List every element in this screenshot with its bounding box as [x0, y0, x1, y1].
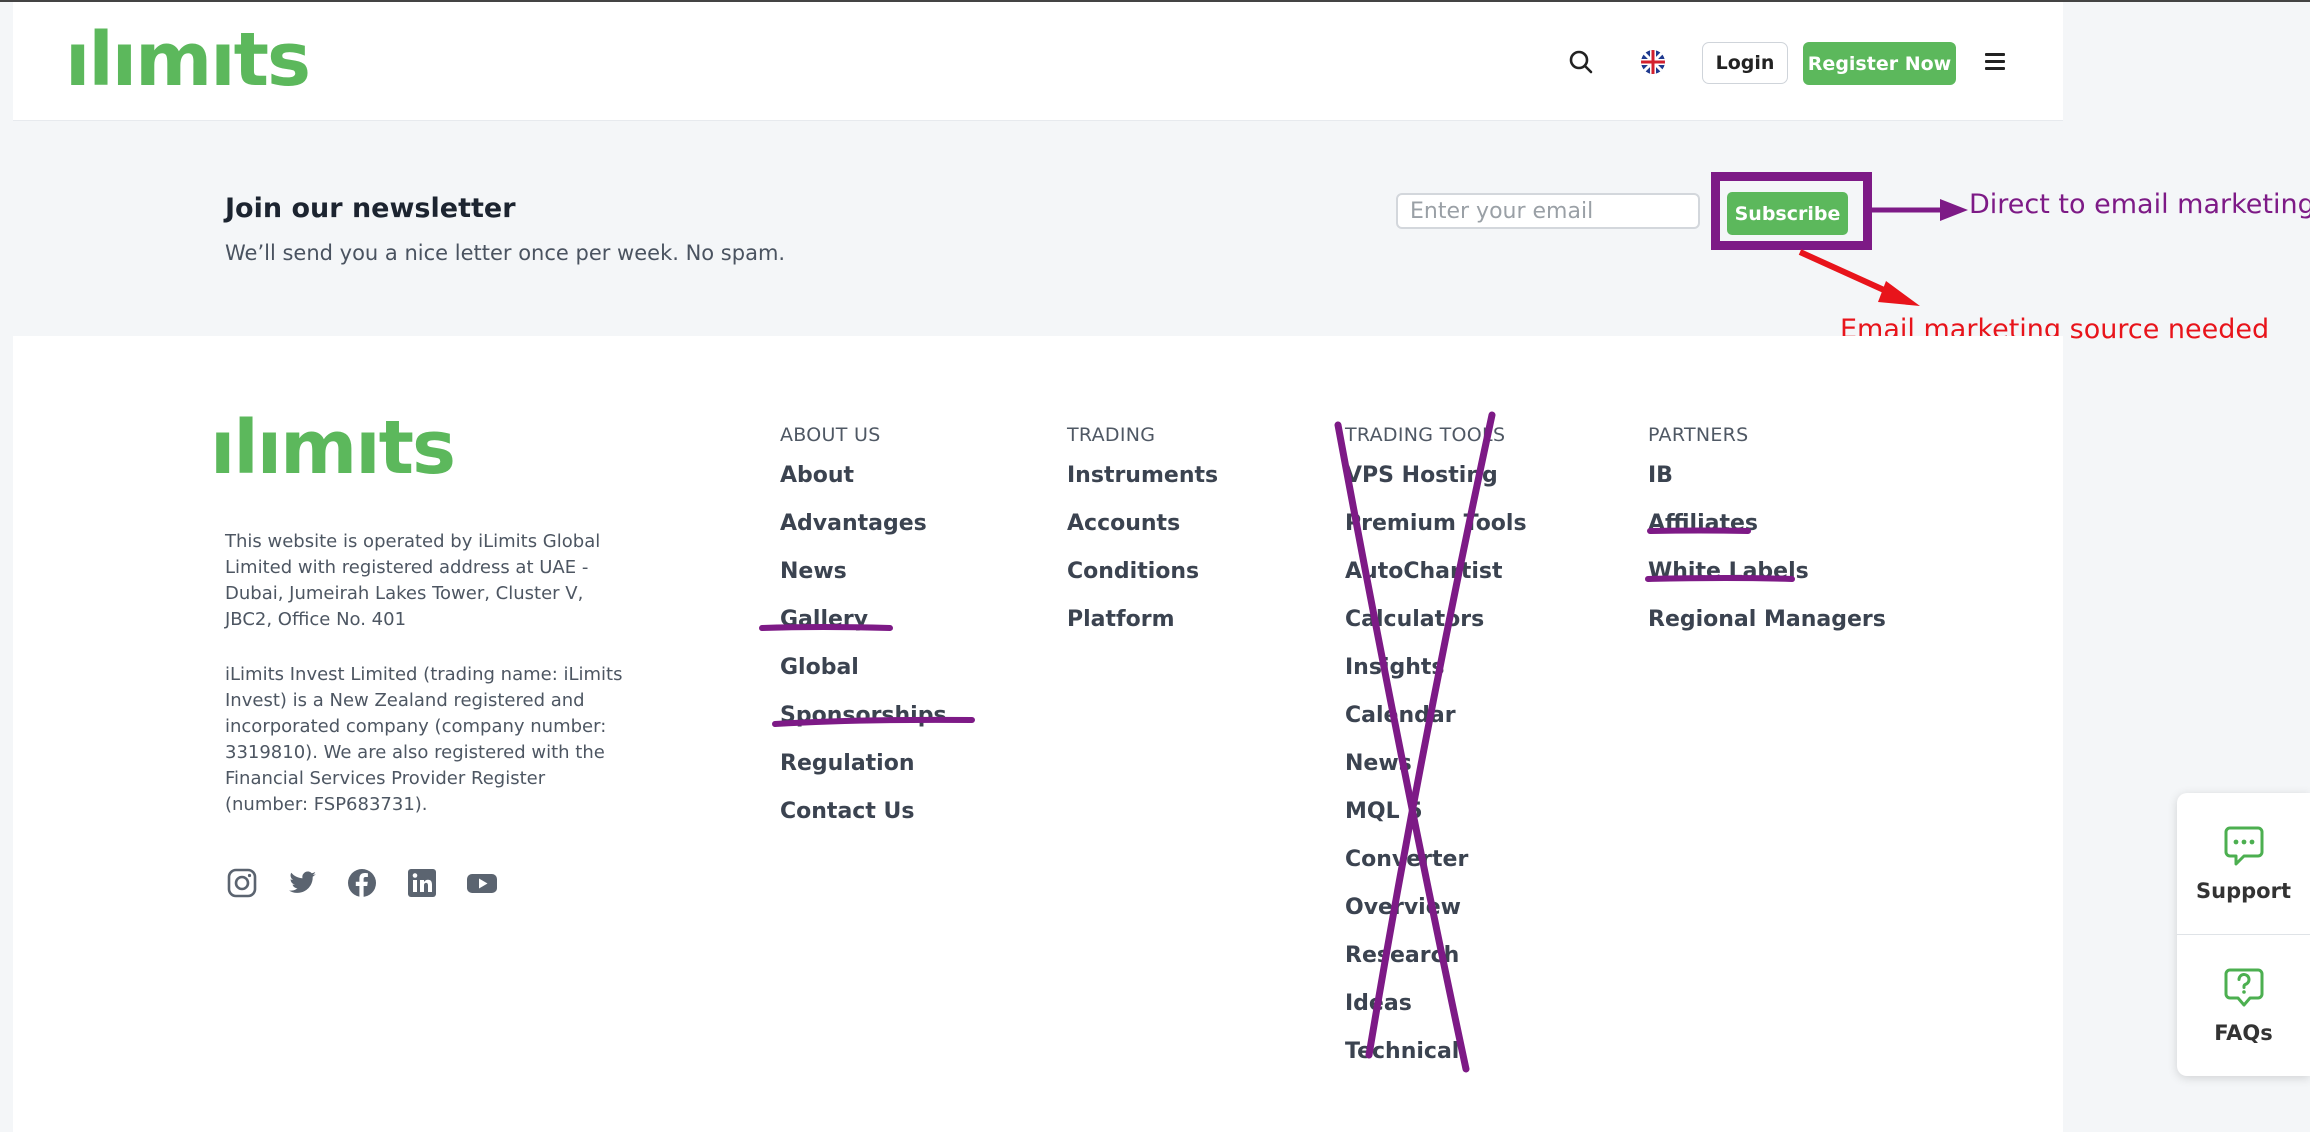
column-heading: ABOUT US — [780, 424, 881, 446]
footer-link-affiliates[interactable]: Affiliates — [1648, 508, 1886, 556]
footer-logo[interactable]: ılımıts — [210, 408, 456, 488]
column-heading: PARTNERS — [1648, 424, 1749, 446]
annotation-red-arrow — [1798, 249, 1897, 298]
footer-link-accounts[interactable]: Accounts — [1067, 508, 1218, 556]
footer-link-ideas[interactable]: Ideas — [1345, 988, 1527, 1036]
footer-link-platform[interactable]: Platform — [1067, 604, 1218, 652]
footer-link-autochartist[interactable]: AutoChartist — [1345, 556, 1527, 604]
site-logo[interactable]: ılımıts — [65, 20, 311, 100]
youtube-icon[interactable] — [465, 866, 499, 900]
faqs-label: FAQs — [2214, 1020, 2273, 1045]
footer-link-calculators[interactable]: Calculators — [1345, 604, 1527, 652]
language-flag-icon[interactable] — [1641, 50, 1665, 74]
twitter-icon[interactable] — [285, 866, 319, 900]
footer-link-news[interactable]: News — [780, 556, 947, 604]
site-header: ılımıts Login Register Now — [13, 2, 2063, 121]
newsletter-subtitle: We’ll send you a nice letter once per we… — [225, 241, 786, 265]
legal-text-invest: iLimits Invest Limited (trading name: iL… — [225, 664, 623, 815]
footer-link-overview[interactable]: Overview — [1345, 892, 1527, 940]
footer-link-gallery[interactable]: Gallery — [780, 604, 947, 652]
support-label: Support — [2196, 878, 2291, 903]
search-icon[interactable] — [1566, 47, 1596, 77]
footer-link-premium-tools[interactable]: Premium Tools — [1345, 508, 1527, 556]
footer-link-technical[interactable]: Technical — [1345, 1036, 1527, 1084]
footer-link-insights[interactable]: Insights — [1345, 652, 1527, 700]
footer-link-contact-us[interactable]: Contact Us — [780, 796, 947, 844]
newsletter-title: Join our newsletter — [225, 193, 516, 224]
footer-link-calendar[interactable]: Calendar — [1345, 700, 1527, 748]
footer-link-converter[interactable]: Converter — [1345, 844, 1527, 892]
footer-link-white-labels[interactable]: White Labels — [1648, 556, 1886, 604]
footer-link-advantages[interactable]: Advantages — [780, 508, 947, 556]
subscribe-button[interactable]: Subscribe — [1727, 192, 1848, 235]
footer-column-trading: TRADING Instruments Accounts Conditions … — [1067, 424, 1218, 652]
annotation-direct-text: Direct to email marketing — [1969, 189, 2310, 220]
email-input[interactable] — [1396, 193, 1700, 229]
register-button[interactable]: Register Now — [1803, 42, 1956, 85]
footer-column-about: ABOUT US About Advantages News Gallery G… — [780, 424, 947, 844]
facebook-icon[interactable] — [345, 866, 379, 900]
linkedin-icon[interactable] — [405, 866, 439, 900]
footer-link-sponsorships[interactable]: Sponsorships — [780, 700, 947, 748]
footer-link-news-tools[interactable]: News — [1345, 748, 1527, 796]
column-heading: TRADING — [1067, 424, 1156, 446]
hamburger-menu-icon[interactable] — [1985, 53, 2005, 73]
column-heading: TRADING TOOLS — [1345, 424, 1506, 446]
footer-link-conditions[interactable]: Conditions — [1067, 556, 1218, 604]
footer-column-partners: PARTNERS IB Affiliates White Labels Regi… — [1648, 424, 1886, 652]
footer-link-mql5[interactable]: MQL 5 — [1345, 796, 1527, 844]
footer-column-trading-tools: TRADING TOOLS VPS Hosting Premium Tools … — [1345, 424, 1527, 1084]
instagram-icon[interactable] — [225, 866, 259, 900]
footer-link-instruments[interactable]: Instruments — [1067, 460, 1218, 508]
social-links — [225, 866, 499, 900]
question-icon — [2224, 968, 2263, 1006]
footer-link-vps-hosting[interactable]: VPS Hosting — [1345, 460, 1527, 508]
legal-text-operator: This website is operated by iLimits Glob… — [225, 531, 601, 630]
login-button[interactable]: Login — [1702, 42, 1788, 84]
annotation-red-arrowhead — [1878, 281, 1920, 306]
footer-link-about[interactable]: About — [780, 460, 947, 508]
help-side-widget: Support FAQs — [2177, 793, 2310, 1076]
faqs-button[interactable]: FAQs — [2177, 935, 2310, 1076]
annotation-purple-arrowhead — [1940, 199, 1968, 221]
footer-link-research[interactable]: Research — [1345, 940, 1527, 988]
chat-icon — [2224, 826, 2263, 865]
footer-link-global[interactable]: Global — [780, 652, 947, 700]
footer-link-regulation[interactable]: Regulation — [780, 748, 947, 796]
footer-link-ib[interactable]: IB — [1648, 460, 1886, 508]
support-button[interactable]: Support — [2177, 793, 2310, 934]
footer-link-regional-managers[interactable]: Regional Managers — [1648, 604, 1886, 652]
